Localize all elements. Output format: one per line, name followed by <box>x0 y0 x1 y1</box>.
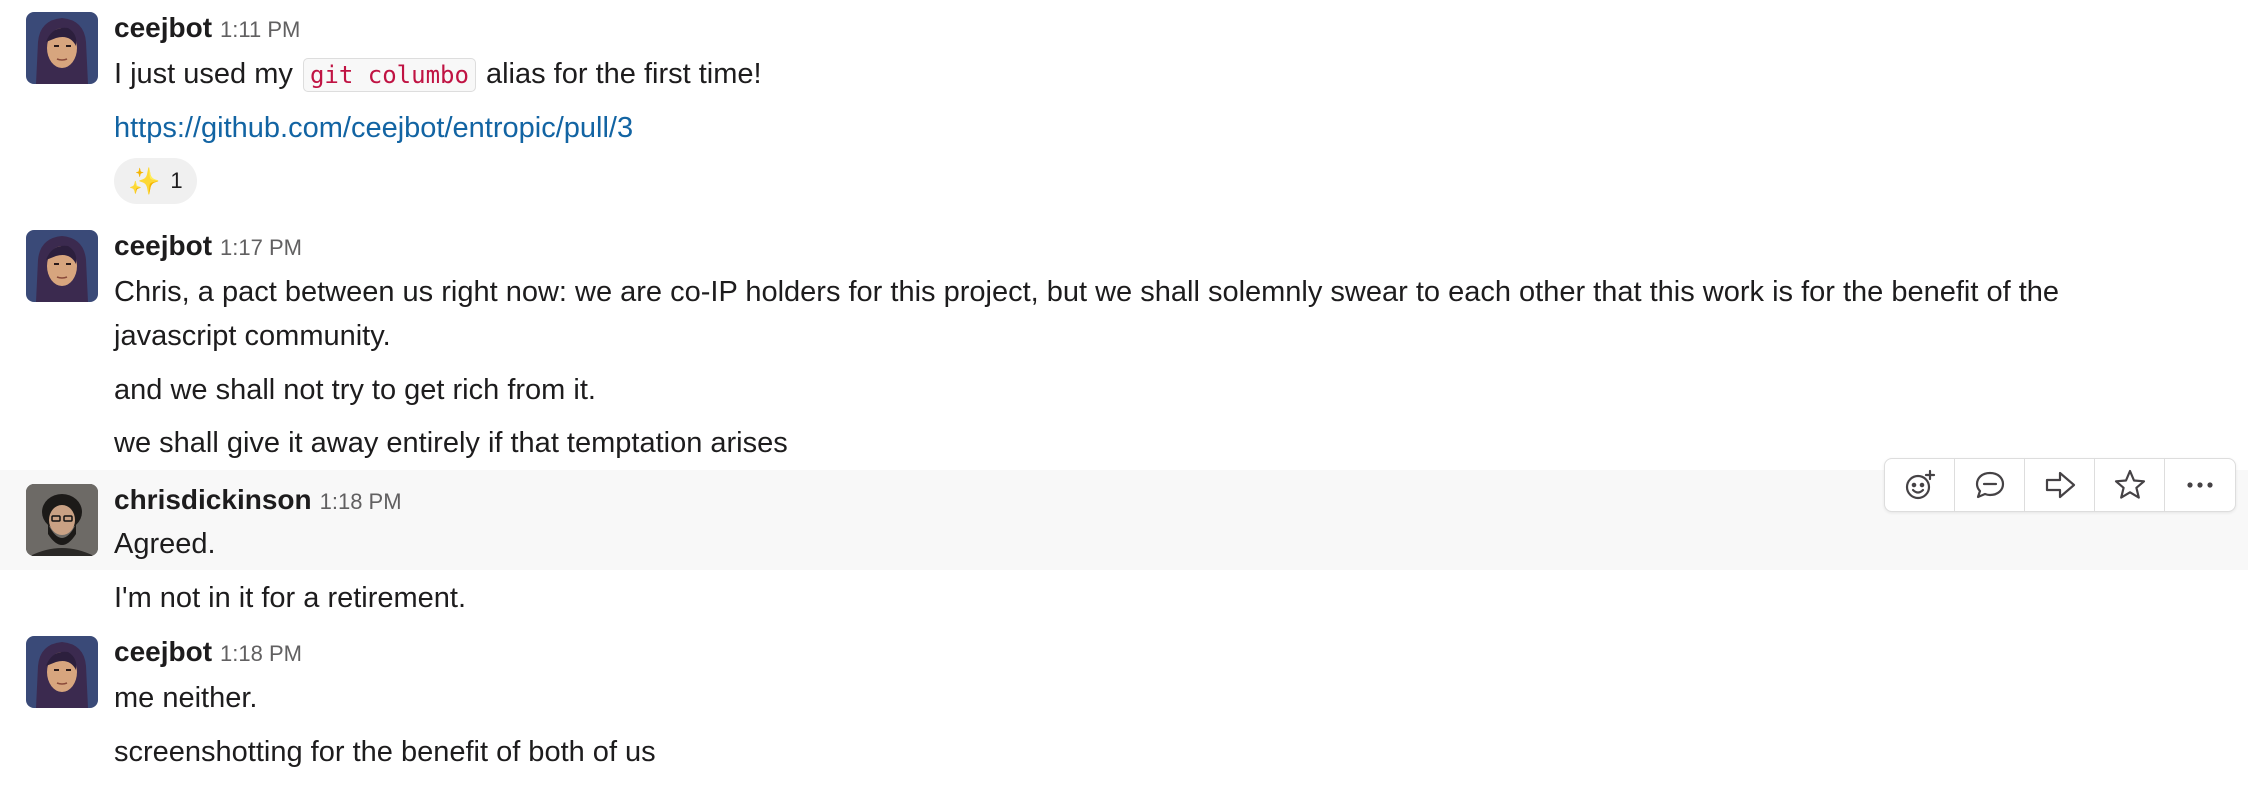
github-pull-link[interactable]: https://github.com/ceejbot/entropic/pull… <box>114 112 633 144</box>
timestamp[interactable]: 1:18 PM <box>320 489 402 514</box>
author-name[interactable]: ceejbot <box>114 636 212 667</box>
avatar[interactable] <box>26 484 98 556</box>
timestamp[interactable]: 1:17 PM <box>220 235 302 260</box>
share-message-icon <box>2045 471 2075 499</box>
message-text: me neither. <box>114 682 258 714</box>
save-star-icon <box>2114 469 2145 499</box>
add-reaction-button[interactable] <box>1885 459 1955 511</box>
message-feed: ceejbot 1:11 PM I just used my git columb… <box>0 0 2248 798</box>
message-actions-toolbar <box>1884 458 2236 512</box>
message-text: I'm not in it for a retirement. <box>114 582 467 614</box>
message-group[interactable]: ceejbot 1:11 PM I just used my git columb… <box>0 0 2248 216</box>
more-actions-icon <box>2187 482 2213 488</box>
message-group[interactable]: ceejbot 1:17 PM Chris, a pact between us … <box>0 216 2248 470</box>
author-name[interactable]: ceejbot <box>114 230 212 261</box>
add-reaction-icon <box>1905 469 1935 500</box>
reply-in-thread-button[interactable] <box>1955 459 2025 511</box>
message-text-part: I just used my <box>114 58 301 90</box>
reply-in-thread-icon <box>1975 471 2004 499</box>
avatar[interactable] <box>26 230 98 302</box>
more-actions-button[interactable] <box>2165 459 2235 511</box>
timestamp[interactable]: 1:18 PM <box>220 641 302 666</box>
message-text: and we shall not try to get rich from it… <box>114 374 596 406</box>
sparkles-emoji-icon: ✨ <box>128 165 161 196</box>
inline-code: git columbo <box>302 58 476 92</box>
save-message-button[interactable] <box>2095 459 2165 511</box>
message-text: I just used my git columbo alias for the… <box>114 52 762 97</box>
message-text: screenshotting for the benefit of both o… <box>114 736 656 768</box>
timestamp[interactable]: 1:11 PM <box>220 17 300 42</box>
reaction-pill[interactable]: ✨ 1 <box>114 158 197 204</box>
reaction-count: 1 <box>170 168 183 193</box>
message-text: Agreed. <box>114 528 216 560</box>
avatar[interactable] <box>26 12 98 84</box>
message-text-part: alias for the first time! <box>477 58 762 90</box>
share-message-button[interactable] <box>2025 459 2095 511</box>
author-name[interactable]: ceejbot <box>114 12 212 43</box>
message-text: we shall give it away entirely if that t… <box>114 427 788 459</box>
avatar[interactable] <box>26 636 98 708</box>
message-group[interactable]: ceejbot 1:18 PM me neither. screenshottin… <box>0 624 2248 798</box>
message-text: Chris, a pact between us right now: we a… <box>114 276 2060 352</box>
author-name[interactable]: chrisdickinson <box>114 484 312 515</box>
